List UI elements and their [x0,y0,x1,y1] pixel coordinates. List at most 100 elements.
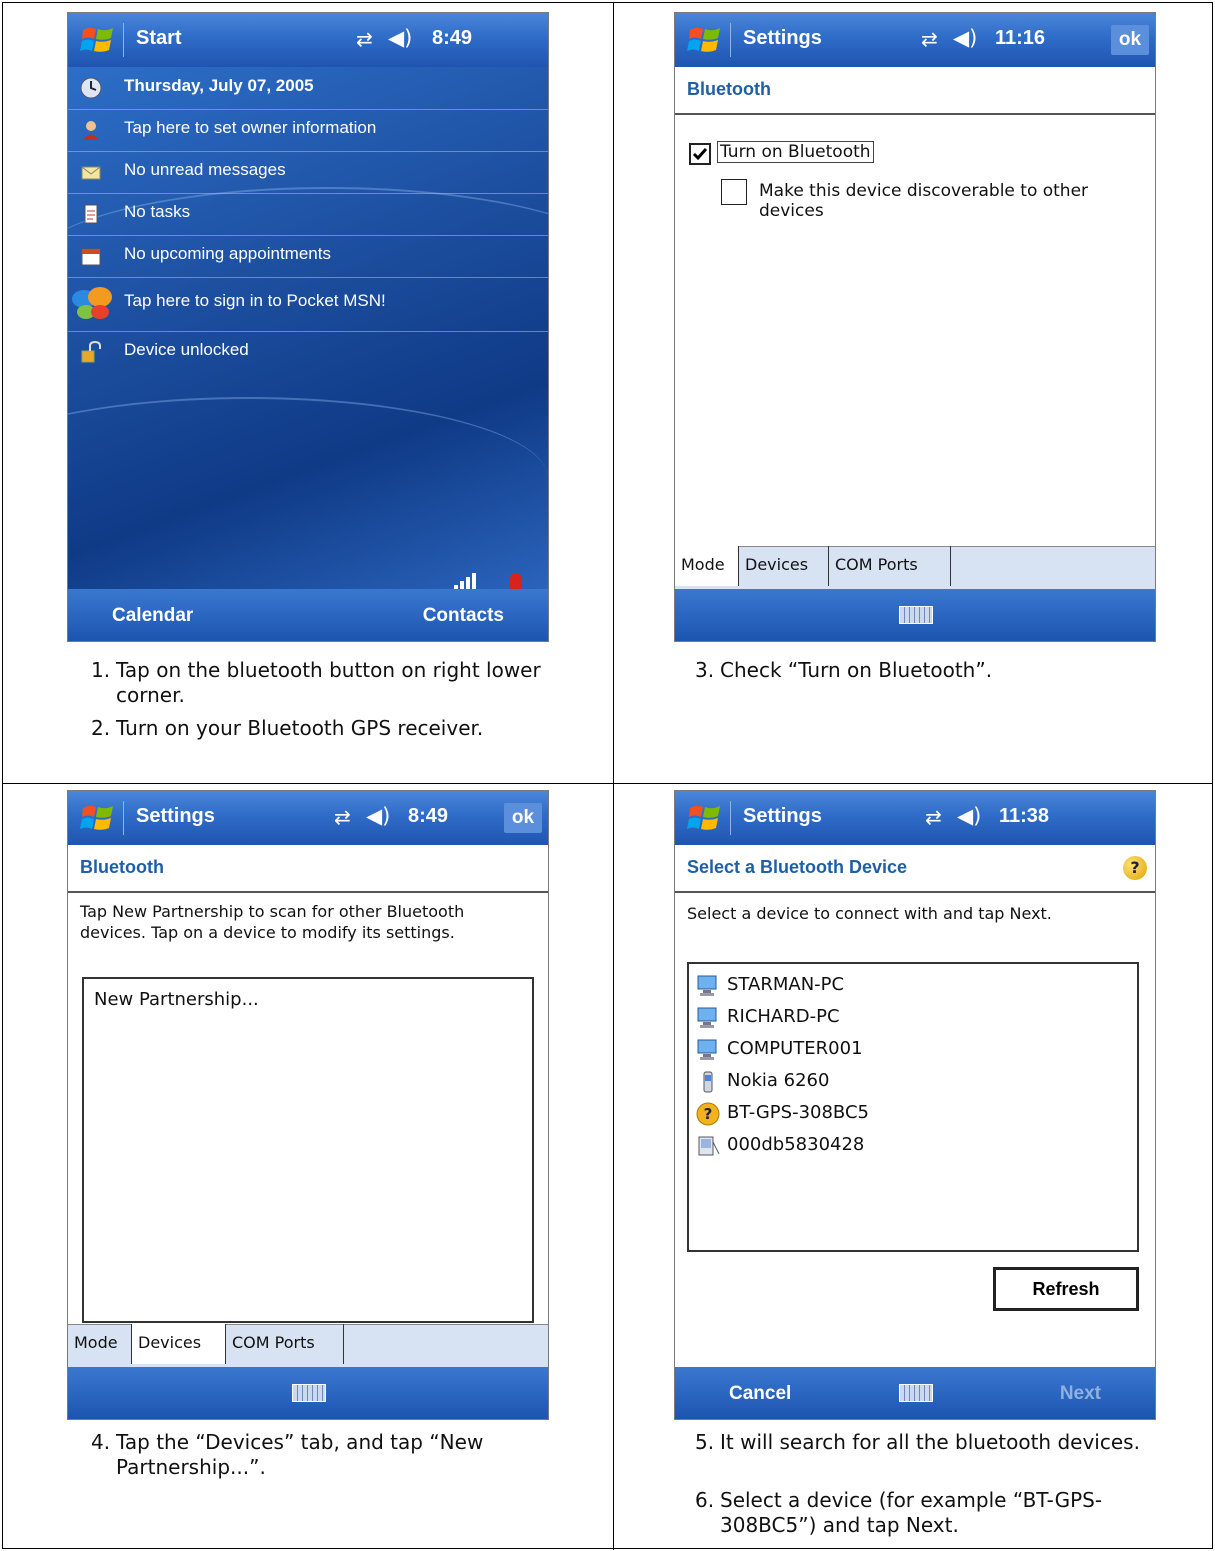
caption-step-5-6: 5. It will search for all the bluetooth … [695,1430,1140,1537]
tab-devices[interactable]: Devices [739,546,829,586]
screen-bluetooth-devices: Settings ⇄ ◀) 8:49 ok Bluetooth Tap New … [67,790,549,1420]
volume-icon[interactable]: ◀) [957,804,981,828]
screen-today: Start ⇄ ◀) 8:49 Thursday, July 07, 2005 … [67,12,549,642]
msn-butterfly-icon [72,287,112,319]
instructions-text: Select a device to connect with and tap … [687,904,1052,923]
device-name: RICHARD-PC [727,1006,840,1027]
tab-devices[interactable]: Devices [132,1324,226,1364]
title-text: Settings [743,805,822,827]
partnership-list[interactable]: New Partnership... [82,977,534,1323]
keyboard-icon[interactable] [899,606,933,624]
messages-icon [81,166,101,180]
messages-row[interactable]: No unread messages [68,151,548,194]
title-bar: Settings ⇄ ◀) 8:49 ok [68,791,548,845]
title-text: Start [136,27,182,49]
column-divider [613,3,614,1550]
connectivity-icon[interactable]: ⇄ [334,805,351,829]
wallpaper-swoosh [68,397,548,559]
discoverable-checkbox[interactable] [721,179,747,205]
device-name: STARMAN-PC [727,974,845,995]
softkey-next[interactable]: Next [1060,1383,1101,1405]
device-item[interactable]: STARMAN-PC [693,972,1093,1000]
computer-icon [697,1007,717,1028]
owner-icon [83,121,99,140]
device-item[interactable]: 000db5830428 [693,1132,1093,1160]
clock-time[interactable]: 11:38 [999,805,1049,828]
tasks-icon [84,204,98,224]
ok-button[interactable]: ok [504,803,542,833]
ok-button[interactable]: ok [1111,25,1149,55]
device-name: BT-GPS-308BC5 [727,1102,869,1123]
title-separator [123,801,124,835]
title-bar: Settings ⇄ ◀) 11:38 [675,791,1155,845]
windows-start-icon[interactable] [687,22,723,58]
softkey-calendar[interactable]: Calendar [112,605,193,627]
windows-start-icon[interactable] [80,22,116,58]
keyboard-icon[interactable] [899,1384,933,1402]
page-header: Select a Bluetooth Device ? [675,845,1155,893]
phone-icon [703,1071,713,1093]
pda-icon [698,1136,720,1156]
appointments-row[interactable]: No upcoming appointments [68,235,548,278]
device-name: Nokia 6260 [727,1070,830,1091]
windows-start-icon[interactable] [80,800,116,836]
clock-time[interactable]: 11:16 [995,27,1045,50]
help-icon[interactable]: ? [1123,856,1147,880]
owner-info-text: Tap here to set owner information [124,118,377,137]
device-item[interactable]: RICHARD-PC [693,1004,1093,1032]
page-header: Bluetooth [68,845,548,893]
device-item[interactable]: ? BT-GPS-308BC5 [693,1100,1093,1128]
unlock-icon [81,341,101,363]
windows-start-icon[interactable] [687,800,723,836]
unknown-device-icon: ? [696,1102,720,1126]
messages-text: No unread messages [124,160,286,179]
turn-on-bluetooth-checkbox[interactable] [689,143,711,165]
clock-icon [80,77,102,99]
tab-mode[interactable]: Mode [675,546,739,586]
connectivity-icon[interactable]: ⇄ [925,805,942,829]
volume-icon[interactable]: ◀) [953,26,977,50]
turn-on-bluetooth-label[interactable]: Turn on Bluetooth [717,141,874,163]
softkey-bar: Cancel Next [675,1367,1155,1419]
connectivity-icon[interactable]: ⇄ [356,27,373,51]
page-title: Bluetooth [80,857,164,877]
connectivity-icon[interactable]: ⇄ [921,27,938,51]
new-partnership-item[interactable]: New Partnership... [94,989,259,1010]
softkey-cancel[interactable]: Cancel [729,1383,791,1405]
device-list[interactable]: STARMAN-PC RICHARD-PC COMPUTER001 Nokia … [687,962,1139,1252]
tasks-row[interactable]: No tasks [68,193,548,236]
msn-text: Tap here to sign in to Pocket MSN! [124,291,386,310]
keyboard-icon[interactable] [292,1384,326,1402]
refresh-button[interactable]: Refresh [993,1267,1139,1311]
volume-icon[interactable]: ◀) [366,804,390,828]
title-text: Settings [743,27,822,49]
device-name: COMPUTER001 [727,1038,863,1059]
today-date: Thursday, July 07, 2005 [124,76,314,95]
caption-step-1-2: 1. Tap on the bluetooth button on right … [91,658,541,740]
device-name: 000db5830428 [727,1134,865,1155]
caption-step-3: 3. Check “Turn on Bluetooth”. [695,658,993,682]
device-lock-row[interactable]: Device unlocked [68,331,548,373]
discoverable-label[interactable]: Make this device discoverable to other d… [759,181,1139,221]
tab-com-ports[interactable]: COM Ports [226,1324,344,1364]
device-item[interactable]: Nokia 6260 [693,1068,1093,1096]
softkey-bar: Calendar Contacts [68,589,548,641]
volume-icon[interactable]: ◀) [388,26,412,50]
computer-icon [697,1039,717,1060]
softkey-bar [675,589,1155,641]
today-date-row[interactable]: Thursday, July 07, 2005 [68,67,548,110]
page-title: Select a Bluetooth Device [687,857,908,877]
clock-time[interactable]: 8:49 [432,27,472,50]
tab-com-ports[interactable]: COM Ports [829,546,951,586]
msn-row[interactable]: Tap here to sign in to Pocket MSN! [68,277,548,332]
tab-strip: Mode Devices COM Ports [68,1324,548,1367]
instructions-text: Tap New Partnership to scan for other Bl… [80,902,465,942]
tab-mode[interactable]: Mode [68,1324,132,1364]
softkey-contacts[interactable]: Contacts [423,605,504,627]
svg-text:?: ? [704,1105,713,1123]
owner-info-row[interactable]: Tap here to set owner information [68,109,548,152]
tab-strip: Mode Devices COM Ports [675,546,1155,589]
clock-time[interactable]: 8:49 [408,805,448,828]
caption-step-4: 4. Tap the “Devices” tab, and tap “New P… [91,1430,484,1479]
device-item[interactable]: COMPUTER001 [693,1036,1093,1064]
